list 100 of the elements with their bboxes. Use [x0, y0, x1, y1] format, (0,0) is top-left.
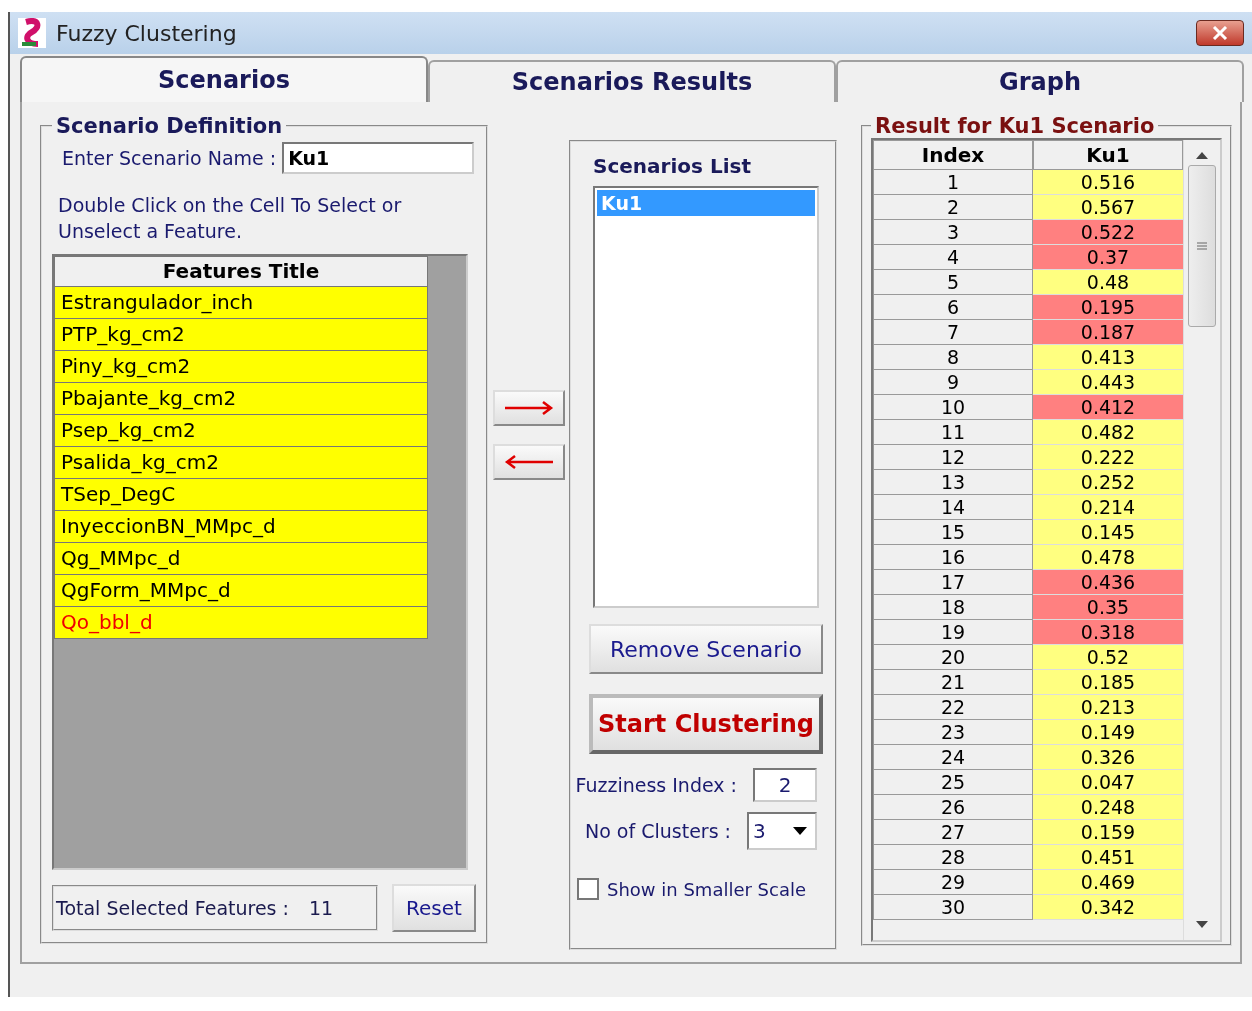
index-cell: 8	[873, 345, 1033, 370]
value-cell: 0.047	[1033, 770, 1183, 795]
index-cell: 14	[873, 495, 1033, 520]
feature-cell[interactable]: QgForm_MMpc_d	[54, 575, 428, 607]
value-cell: 0.187	[1033, 320, 1183, 345]
column-header: Ku1	[1033, 140, 1183, 170]
feature-cell[interactable]: Estrangulador_inch	[54, 287, 428, 319]
value-cell: 0.145	[1033, 520, 1183, 545]
scenario-name-field[interactable]: Ku1	[282, 142, 475, 174]
value-cell: 0.516	[1033, 170, 1183, 195]
value-cell: 0.436	[1033, 570, 1183, 595]
group-title: Scenario Definition	[55, 114, 284, 138]
value-cell: 0.443	[1033, 370, 1183, 395]
start-clustering-button[interactable]: Start Clustering	[589, 694, 823, 754]
field-label: No of Clusters :	[585, 820, 731, 842]
value-cell: 0.222	[1033, 445, 1183, 470]
index-cell: 26	[873, 795, 1033, 820]
value-cell: 0.451	[1033, 845, 1183, 870]
scroll-up-icon	[1196, 152, 1208, 159]
index-cell: 23	[873, 720, 1033, 745]
feature-cell[interactable]: Qo_bbl_d	[54, 607, 428, 639]
index-cell: 11	[873, 420, 1033, 445]
caret-icon	[793, 827, 807, 835]
index-cell: 29	[873, 870, 1033, 895]
total-value: 11	[308, 897, 334, 919]
value-cell: 0.482	[1033, 420, 1183, 445]
feature-cell[interactable]: PTP_kg_cm2	[54, 319, 428, 351]
index-cell: 2	[873, 195, 1033, 220]
index-cell: 3	[873, 220, 1033, 245]
grip-icon	[1197, 241, 1207, 251]
index-cell: 25	[873, 770, 1033, 795]
group-title: Result for Ku1 Scenario	[874, 114, 1156, 138]
tab[interactable]: Scenarios	[20, 56, 428, 102]
scroll-thumb[interactable]	[1188, 165, 1216, 327]
feature-cell[interactable]: Piny_kg_cm2	[54, 351, 428, 383]
value-cell: 0.213	[1033, 695, 1183, 720]
feature-cell[interactable]: Pbajante_kg_cm2	[54, 383, 428, 415]
close-button[interactable]	[1196, 20, 1244, 46]
index-cell: 20	[873, 645, 1033, 670]
total-label: Total Selected Features :	[56, 897, 289, 919]
value-cell: 0.214	[1033, 495, 1183, 520]
feature-cell[interactable]: Psalida_kg_cm2	[54, 447, 428, 479]
column-header: Features Title	[54, 256, 428, 287]
value-cell: 0.37	[1033, 245, 1183, 270]
right-arrow-icon	[502, 400, 555, 416]
tab[interactable]: Graph	[836, 60, 1244, 102]
field-label: Enter Scenario Name :	[62, 147, 277, 169]
remove-scenario-button[interactable]: Remove Scenario	[589, 624, 823, 674]
index-cell: 15	[873, 520, 1033, 545]
value-cell: 0.413	[1033, 345, 1183, 370]
feature-cell[interactable]: TSep_DegC	[54, 479, 428, 511]
value-cell: 0.318	[1033, 620, 1183, 645]
value-cell: 0.185	[1033, 670, 1183, 695]
value-cell: 0.159	[1033, 820, 1183, 845]
value-cell: 0.48	[1033, 270, 1183, 295]
index-cell: 24	[873, 745, 1033, 770]
checkbox-label: Show in Smaller Scale	[607, 878, 807, 900]
value-cell: 0.522	[1033, 220, 1183, 245]
index-cell: 9	[873, 370, 1033, 395]
reset-button[interactable]: Reset	[392, 884, 476, 932]
index-cell: 13	[873, 470, 1033, 495]
index-cell: 22	[873, 695, 1033, 720]
app-icon	[18, 18, 46, 48]
feature-cell[interactable]: Psep_kg_cm2	[54, 415, 428, 447]
add-button[interactable]	[492, 390, 565, 426]
index-cell: 30	[873, 895, 1033, 920]
feature-cell[interactable]: Qg_MMpc_d	[54, 543, 428, 575]
field-label: Fuzziness Index :	[575, 774, 737, 796]
window-title: Fuzzy Clustering	[56, 20, 237, 46]
index-cell: 1	[873, 170, 1033, 195]
value-cell: 0.252	[1033, 470, 1183, 495]
tab[interactable]: Scenarios Results	[428, 60, 836, 102]
index-cell: 12	[873, 445, 1033, 470]
panel-title: Scenarios List	[593, 154, 752, 178]
index-cell: 4	[873, 245, 1033, 270]
index-cell: 5	[873, 270, 1033, 295]
value-cell: 0.248	[1033, 795, 1183, 820]
index-cell: 10	[873, 395, 1033, 420]
feature-cell[interactable]: InyeccionBN_MMpc_d	[54, 511, 428, 543]
remove-arrow-button[interactable]	[492, 444, 565, 480]
value-cell: 0.52	[1033, 645, 1183, 670]
value-cell: 0.412	[1033, 395, 1183, 420]
index-cell: 17	[873, 570, 1033, 595]
checkbox[interactable]	[577, 878, 599, 900]
index-cell: 28	[873, 845, 1033, 870]
close-icon	[1212, 26, 1228, 40]
value-cell: 0.567	[1033, 195, 1183, 220]
index-cell: 18	[873, 595, 1033, 620]
instruction-text: Double Click on the Cell To Select or Unselect a Feature.	[58, 193, 403, 244]
index-cell: 16	[873, 545, 1033, 570]
value-cell: 0.195	[1033, 295, 1183, 320]
index-cell: 6	[873, 295, 1033, 320]
value-cell: 0.469	[1033, 870, 1183, 895]
value-cell: 0.478	[1033, 545, 1183, 570]
fuzziness-field[interactable]: 2	[753, 768, 817, 802]
value-cell: 0.35	[1033, 595, 1183, 620]
clusters-dropdown[interactable]: 3	[747, 812, 817, 850]
value-cell: 0.149	[1033, 720, 1183, 745]
value-cell: 0.342	[1033, 895, 1183, 920]
index-cell: 7	[873, 320, 1033, 345]
